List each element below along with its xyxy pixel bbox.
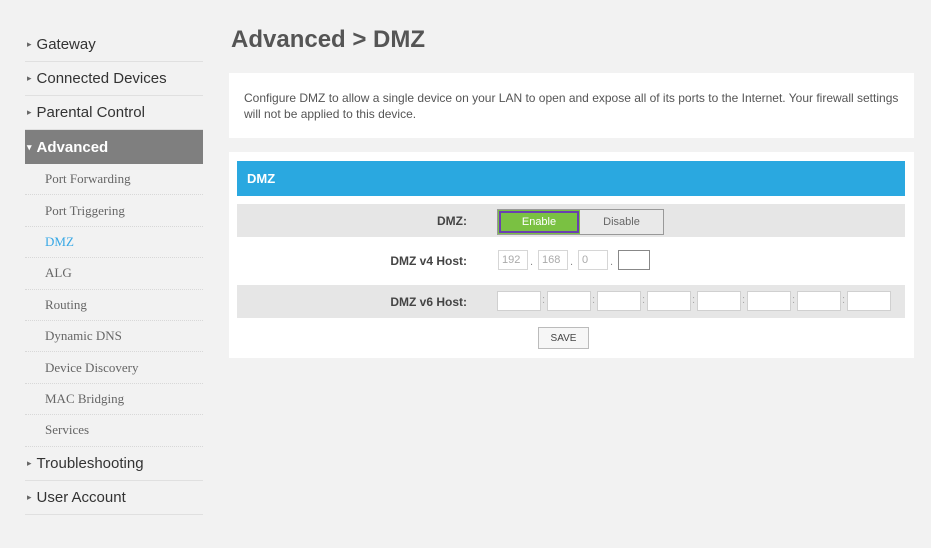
v6-segment-7[interactable]	[797, 291, 841, 311]
caret-down-icon: ▾	[27, 141, 32, 152]
sidebar-item-label: Troubleshooting	[36, 454, 144, 472]
subnav-dmz[interactable]: DMZ	[25, 227, 203, 259]
subnav-alg[interactable]: ALG	[25, 258, 203, 290]
sidebar-item-label: Parental Control	[36, 104, 145, 121]
v6-segment-8[interactable]	[847, 291, 891, 311]
dmz-toggle: Enable Disable	[497, 209, 664, 235]
subnav-routing[interactable]: Routing	[25, 290, 203, 321]
sidebar-item-parental-control[interactable]: ▸ Parental Control	[25, 96, 203, 130]
v4-octet-1[interactable]: 192	[498, 250, 528, 270]
subnav-port-forwarding[interactable]: Port Forwarding	[25, 164, 203, 196]
subnav-mac-bridging[interactable]: MAC Bridging	[25, 384, 203, 416]
sidebar-item-advanced[interactable]: ▾ Advanced	[25, 130, 203, 164]
subnav-device-discovery[interactable]: Device Discovery	[25, 352, 203, 384]
enable-button[interactable]: Enable	[498, 210, 580, 234]
colon-separator: :	[692, 294, 696, 306]
colon-separator: :	[742, 294, 746, 306]
subnav-label: DMZ	[45, 233, 74, 249]
dmz-v6-row: DMZ v6 Host: : : : : : : :	[237, 285, 905, 318]
description-box: Configure DMZ to allow a single device o…	[229, 73, 914, 138]
v6-segment-2[interactable]	[547, 291, 591, 311]
caret-right-icon: ▸	[27, 107, 32, 117]
sidebar-item-user-account[interactable]: ▸ User Account	[25, 481, 203, 515]
dmz-toggle-row: DMZ: Enable Disable	[237, 204, 905, 237]
subnav-port-triggering[interactable]: Port Triggering	[25, 195, 203, 227]
subnav-services[interactable]: Services	[25, 415, 203, 447]
subnav-label: Services	[45, 422, 90, 438]
subnav-dynamic-dns[interactable]: Dynamic DNS	[25, 321, 203, 353]
dmz-v4-label: DMZ v4 Host:	[390, 254, 467, 268]
caret-right-icon: ▸	[27, 39, 32, 49]
sidebar-item-gateway[interactable]: ▸ Gateway	[25, 28, 203, 62]
dmz-v6-label: DMZ v6 Host:	[390, 295, 467, 309]
dmz-v4-row: DMZ v4 Host: 192 . 168 . 0 .	[237, 244, 905, 277]
sidebar-item-label: User Account	[36, 488, 126, 506]
page-title: Advanced > DMZ	[231, 26, 426, 53]
panel-header: DMZ	[237, 161, 905, 196]
subnav-label: ALG	[45, 265, 72, 281]
dot-separator: .	[610, 256, 614, 268]
caret-right-icon: ▸	[27, 73, 32, 83]
subnav-label: MAC Bridging	[45, 390, 125, 406]
v6-segment-1[interactable]	[497, 291, 541, 311]
colon-separator: :	[592, 294, 596, 306]
sidebar-item-label: Connected Devices	[36, 70, 167, 87]
subnav-label: Device Discovery	[45, 359, 139, 375]
description-text: Configure DMZ to allow a single device o…	[244, 91, 899, 121]
subnav-label: Port Triggering	[45, 202, 125, 218]
sidebar-item-connected-devices[interactable]: ▸ Connected Devices	[25, 62, 203, 96]
v6-segment-3[interactable]	[597, 291, 641, 311]
dot-separator: .	[570, 256, 574, 268]
colon-separator: :	[542, 294, 546, 306]
colon-separator: :	[842, 294, 846, 306]
caret-right-icon: ▸	[27, 457, 32, 468]
subnav-label: Port Forwarding	[45, 171, 131, 187]
v4-octet-4[interactable]	[618, 250, 650, 270]
sidebar-item-label: Gateway	[36, 36, 96, 53]
subnav-label: Dynamic DNS	[45, 328, 122, 344]
subnav-label: Routing	[45, 296, 87, 312]
v6-segment-4[interactable]	[647, 291, 691, 311]
sidebar-item-troubleshooting[interactable]: ▸ Troubleshooting	[25, 447, 203, 481]
v4-octet-3[interactable]: 0	[578, 250, 608, 270]
dmz-panel: DMZ DMZ: Enable Disable DMZ v4 Host: 192…	[229, 152, 914, 358]
sidebar-item-label: Advanced	[36, 138, 109, 156]
v6-segment-6[interactable]	[747, 291, 791, 311]
save-button[interactable]: SAVE	[538, 327, 589, 349]
colon-separator: :	[792, 294, 796, 306]
dot-separator: .	[530, 256, 534, 268]
dmz-label: DMZ:	[437, 214, 467, 228]
sidebar: ▸ Gateway ▸ Connected Devices ▸ Parental…	[25, 28, 203, 515]
colon-separator: :	[642, 294, 646, 306]
v4-octet-2[interactable]: 168	[538, 250, 568, 270]
v6-segment-5[interactable]	[697, 291, 741, 311]
disable-button[interactable]: Disable	[580, 210, 663, 234]
caret-right-icon: ▸	[27, 491, 32, 502]
